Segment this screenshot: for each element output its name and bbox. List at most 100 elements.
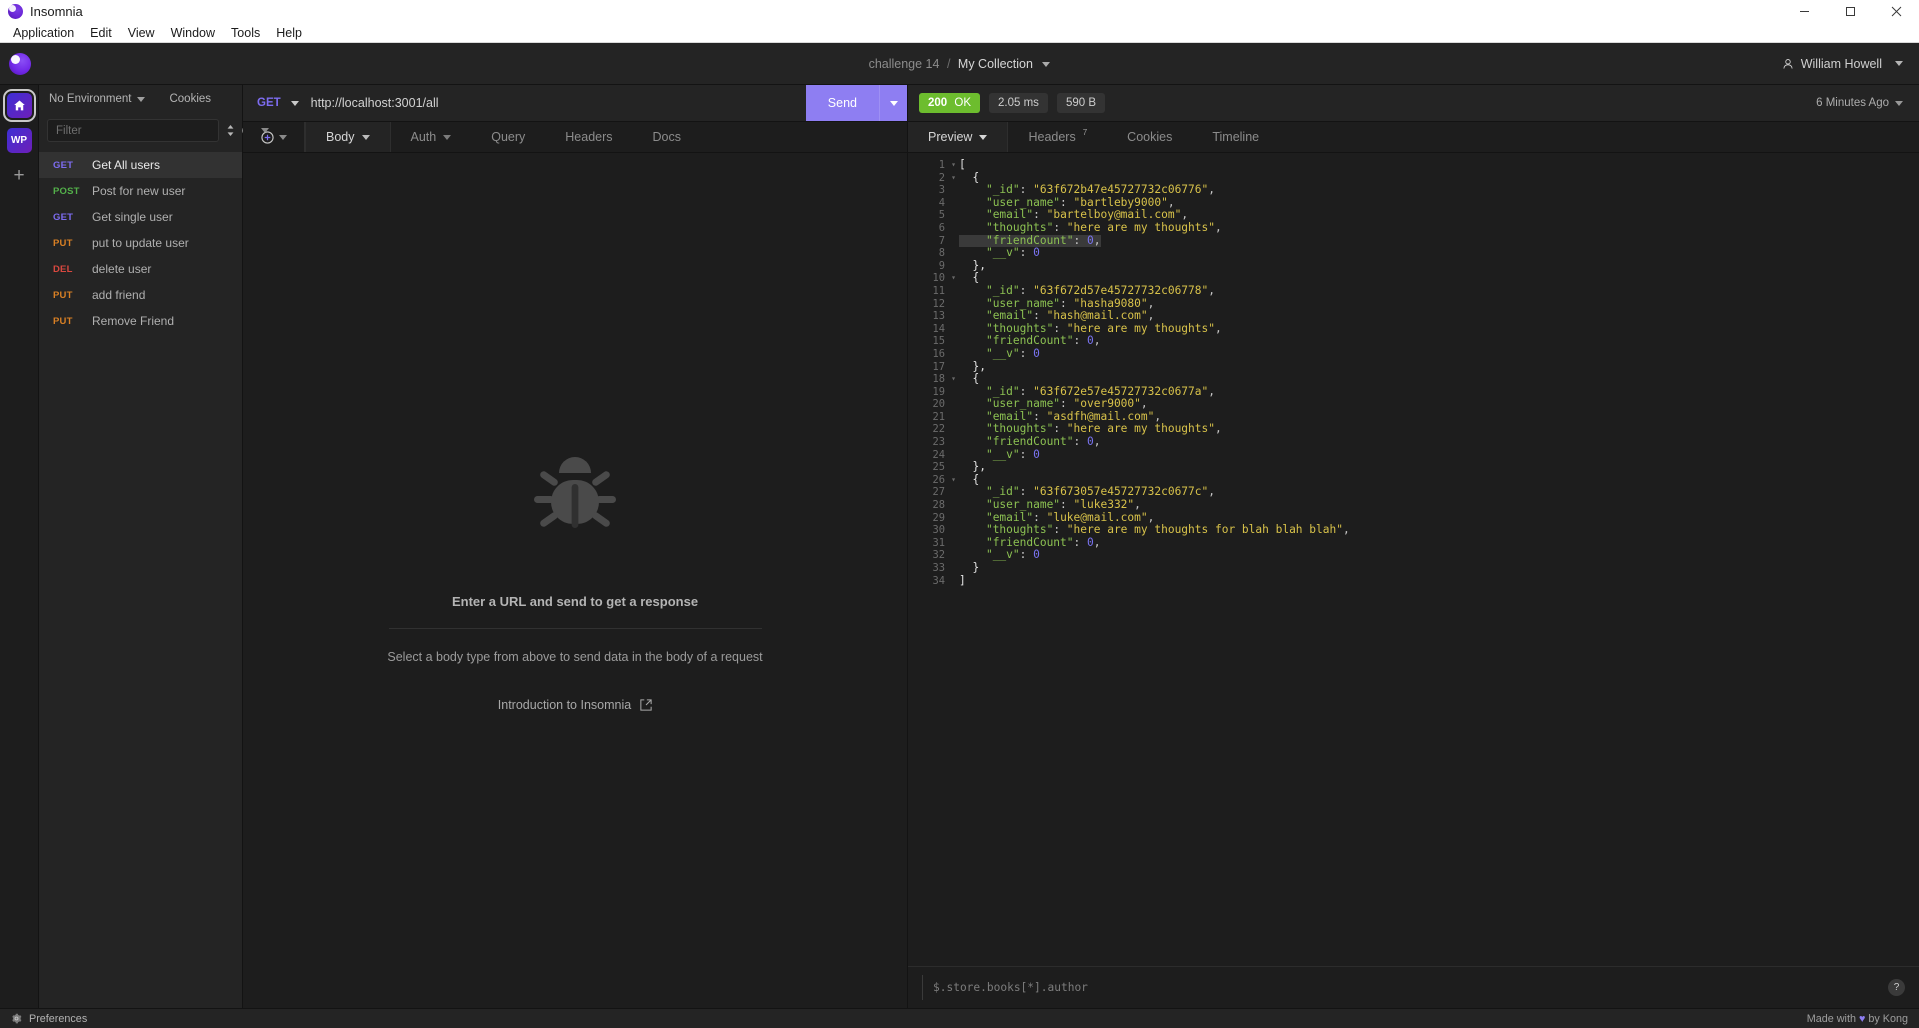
- request-item-get-all-users[interactable]: GET Get All users: [39, 152, 242, 178]
- line-number: 16: [932, 347, 945, 360]
- request-pane: GET http://localhost:3001/all Send Body: [243, 85, 908, 1008]
- menu-edit[interactable]: Edit: [82, 24, 120, 42]
- menu-help[interactable]: Help: [268, 24, 310, 42]
- response-status-bar: 200 OK 2.05 ms 590 B 6 Minutes Ago: [908, 85, 1919, 122]
- fold-toggle-icon[interactable]: ▾: [948, 172, 959, 185]
- response-time-ago[interactable]: 6 Minutes Ago: [1816, 97, 1903, 109]
- line-number: 2: [938, 171, 945, 184]
- line-number: 7: [938, 234, 945, 247]
- tab-auth[interactable]: Auth: [391, 122, 472, 152]
- external-link-icon: [640, 699, 652, 711]
- line-number: 31: [932, 536, 945, 549]
- request-name: Get All users: [92, 158, 161, 172]
- environment-label: No Environment: [49, 93, 132, 105]
- menu-window[interactable]: Window: [163, 24, 223, 42]
- request-item-remove-friend[interactable]: PUT Remove Friend: [39, 308, 242, 334]
- menu-application[interactable]: Application: [5, 24, 82, 42]
- request-method: DEL: [53, 263, 73, 275]
- line-number: 6: [938, 221, 945, 234]
- tab-auth-chevron-down-icon: [443, 134, 452, 140]
- rail-item-wp[interactable]: WP: [6, 128, 32, 153]
- tab-headers[interactable]: Headers: [545, 122, 632, 152]
- tab-timeline[interactable]: Timeline: [1192, 122, 1279, 152]
- request-item-delete-user[interactable]: DEL delete user: [39, 256, 242, 282]
- line-number: 14: [932, 322, 945, 335]
- code-line: 32 "__v": 0: [908, 549, 1919, 562]
- minimize-button[interactable]: [1781, 0, 1827, 23]
- url-bar: GET http://localhost:3001/all Send: [243, 85, 907, 122]
- response-filter-input[interactable]: [922, 975, 1878, 1000]
- introduction-link[interactable]: Introduction to Insomnia: [498, 698, 652, 712]
- line-number: 10: [932, 272, 945, 285]
- rail-item-wp-label: WP: [10, 135, 28, 146]
- send-options-button[interactable]: [879, 85, 907, 121]
- method-chevron-down-icon: [290, 100, 299, 106]
- rail-item-home[interactable]: [2, 89, 36, 122]
- chevron-down-icon[interactable]: [1042, 61, 1051, 67]
- gear-icon: [12, 1013, 22, 1024]
- request-item-add-friend[interactable]: PUT add friend: [39, 282, 242, 308]
- tab-response-cookies-label: Cookies: [1127, 130, 1173, 144]
- send-button[interactable]: Send: [805, 85, 879, 121]
- tab-preview[interactable]: Preview: [908, 122, 1009, 152]
- request-name: add friend: [92, 288, 146, 302]
- fold-toggle-icon[interactable]: ▾: [948, 159, 959, 172]
- request-item-get-single-user[interactable]: GET Get single user: [39, 204, 242, 230]
- status-badge[interactable]: 200 OK: [919, 93, 981, 113]
- fold-toggle-icon[interactable]: ▾: [948, 474, 959, 487]
- tab-query[interactable]: Query: [471, 122, 545, 152]
- workspace-rail: WP +: [0, 85, 39, 1008]
- line-number: 27: [932, 486, 945, 499]
- code-line: 9 },: [908, 259, 1919, 273]
- code-line: 16 "__v": 0: [908, 347, 1919, 361]
- sort-icon[interactable]: [225, 122, 236, 140]
- tab-body[interactable]: Body: [305, 122, 391, 152]
- response-size-badge[interactable]: 590 B: [1056, 93, 1105, 113]
- environment-selector[interactable]: No Environment: [49, 93, 146, 105]
- line-number: 33: [932, 562, 945, 574]
- fold-toggle-icon[interactable]: ▾: [948, 272, 959, 285]
- close-button[interactable]: [1873, 0, 1919, 23]
- tab-response-headers[interactable]: Headers 7: [1008, 122, 1107, 152]
- heart-icon: ♥: [1858, 1012, 1866, 1025]
- preferences-button[interactable]: Preferences: [11, 1013, 87, 1025]
- tab-preview-chevron-down-icon: [979, 134, 988, 140]
- user-menu[interactable]: William Howell: [1782, 57, 1903, 71]
- response-body-viewer[interactable]: 1 ▾[2 ▾ {3 "_id": "63f672b47e45727732c0677…: [908, 153, 1919, 966]
- preferences-label: Preferences: [29, 1012, 88, 1025]
- tab-response-cookies[interactable]: Cookies: [1107, 122, 1192, 152]
- response-time-badge[interactable]: 2.05 ms: [989, 93, 1048, 113]
- menu-view[interactable]: View: [120, 24, 163, 42]
- method-selector[interactable]: GET: [243, 85, 311, 121]
- request-item-post-for-new-user[interactable]: POST Post for new user: [39, 178, 242, 204]
- sidebar-top-bar: No Environment Cookies: [39, 85, 242, 113]
- tab-docs[interactable]: Docs: [633, 122, 701, 152]
- request-item-put-to-update-user[interactable]: PUT put to update user: [39, 230, 242, 256]
- tab-timeline-label: Timeline: [1212, 130, 1260, 144]
- sidebar: No Environment Cookies Filter GET Get Al…: [39, 85, 269, 1008]
- code-line: 25 },: [908, 460, 1919, 474]
- url-input[interactable]: http://localhost:3001/all: [311, 85, 806, 121]
- bug-icon: [525, 449, 625, 550]
- question-mark-icon[interactable]: ?: [1888, 979, 1905, 996]
- maximize-button[interactable]: [1827, 0, 1873, 23]
- made-with-love-credit: Made with ♥ by Kong: [1807, 1013, 1908, 1025]
- app-header: challenge 14 / My Collection William How…: [0, 43, 1919, 85]
- request-method: GET: [53, 211, 74, 223]
- add-tab-button[interactable]: [243, 122, 305, 152]
- breadcrumb-project[interactable]: challenge 14: [869, 57, 940, 71]
- tab-headers-label: Headers: [565, 130, 613, 144]
- request-name: delete user: [92, 262, 152, 276]
- line-number: 23: [932, 436, 945, 449]
- filter-input[interactable]: [47, 119, 219, 142]
- menu-tools[interactable]: Tools: [223, 24, 268, 42]
- rail-add-workspace-button[interactable]: +: [7, 163, 32, 188]
- send-button-group: Send: [805, 85, 907, 121]
- cookies-button[interactable]: Cookies: [169, 93, 211, 105]
- request-name: put to update user: [92, 236, 189, 250]
- breadcrumb-workspace[interactable]: My Collection: [958, 57, 1033, 71]
- tab-body-label: Body: [326, 130, 355, 144]
- fold-toggle-icon[interactable]: ▾: [948, 373, 959, 386]
- request-method: PUT: [53, 237, 73, 249]
- menu-bar: Application Edit View Window Tools Help: [0, 23, 1919, 43]
